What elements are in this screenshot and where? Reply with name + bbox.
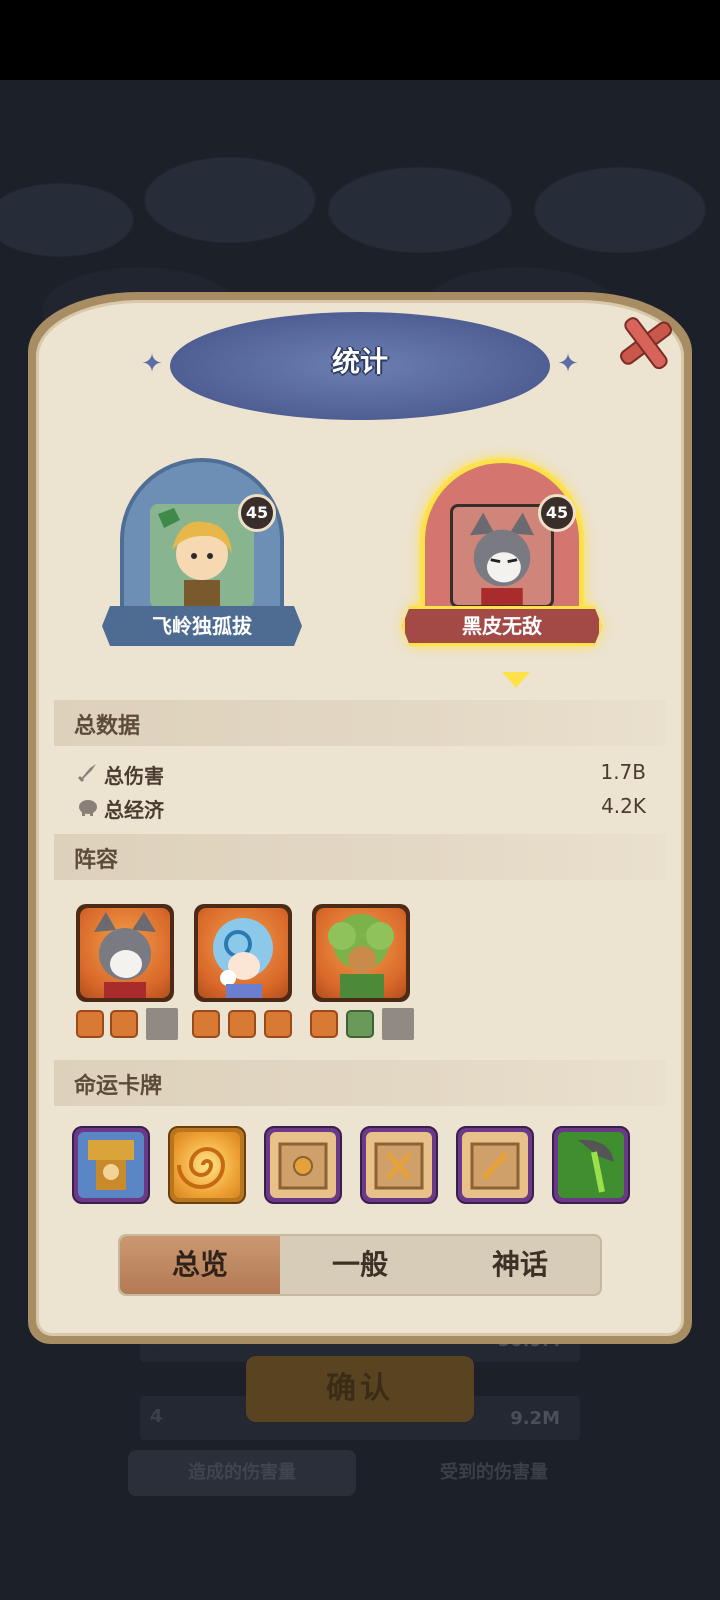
equipment-slot-icon[interactable] <box>346 1010 374 1038</box>
section-summary-title: 总数据 <box>74 714 141 739</box>
stat-value: 4.2K <box>601 794 646 818</box>
hero-card-1[interactable]: 45 飞岭独孤拔 <box>102 458 302 658</box>
section-fate-cards-title: 命运卡牌 <box>74 1074 163 1099</box>
fate-card-6[interactable] <box>552 1126 630 1204</box>
pharaoh-card-icon <box>78 1132 144 1198</box>
stat-total-damage: 总伤害 1.7B <box>76 756 646 790</box>
equipment-slot-icon[interactable] <box>264 1010 292 1038</box>
section-lineup: 阵容 <box>54 834 666 880</box>
equipment-slot-icon[interactable] <box>310 1010 338 1038</box>
tab-overview[interactable]: 总览 <box>120 1236 280 1294</box>
tab-myth[interactable]: 神话 <box>440 1236 600 1294</box>
fate-card-5[interactable] <box>456 1126 534 1204</box>
lineup-unit-1[interactable] <box>76 904 174 1002</box>
equipment-slot-icon[interactable] <box>192 1010 220 1038</box>
sword-icon <box>77 764 96 783</box>
stat-total-economy: 总经济 4.2K <box>76 790 646 824</box>
hero-card-2-selected[interactable]: 45 黑皮无敌 <box>402 458 602 658</box>
stat-label: 总伤害 <box>104 764 164 788</box>
lineup-unit-3[interactable] <box>312 904 410 1002</box>
tab-general[interactable]: 一般 <box>280 1236 440 1294</box>
fate-card-3[interactable] <box>264 1126 342 1204</box>
vortex-card-icon <box>174 1132 240 1198</box>
fate-card-1[interactable] <box>72 1126 150 1204</box>
close-icon <box>620 317 672 370</box>
stat-value: 1.7B <box>600 760 646 784</box>
bg-tab-damage-dealt: 造成的伤害量 <box>128 1450 356 1496</box>
lineup-unit-2[interactable] <box>194 904 292 1002</box>
close-button[interactable] <box>612 310 678 376</box>
equipment-slot-icon[interactable] <box>76 1010 104 1038</box>
hero-name: 黑皮无敌 <box>402 606 602 646</box>
poison-axe-card-icon <box>558 1132 624 1198</box>
empty-equipment-slot <box>382 1008 414 1040</box>
fate-card-2[interactable] <box>168 1126 246 1204</box>
empty-equipment-slot <box>146 1008 178 1040</box>
stat-label: 总经济 <box>104 798 164 822</box>
status-bar <box>0 0 720 80</box>
hero-level-badge: 45 <box>538 494 576 532</box>
sword-crate-card-icon <box>462 1132 528 1198</box>
equipment-slot-icon[interactable] <box>110 1010 138 1038</box>
equipment-slot-icon[interactable] <box>228 1010 256 1038</box>
hero-name: 飞岭独孤拔 <box>102 606 302 646</box>
green-tree-hero-icon <box>316 908 406 998</box>
selection-pointer-icon <box>502 672 530 688</box>
gear-crate-card-icon <box>270 1132 336 1198</box>
sword-crate-card-icon <box>366 1132 432 1198</box>
star-ornament-icon: ✦ <box>557 349 579 379</box>
bg-rank: 4 <box>150 1406 163 1427</box>
stats-tab-bar: 总览 一般 神话 <box>118 1234 602 1296</box>
hero-level-badge: 45 <box>238 494 276 532</box>
section-fate-cards: 命运卡牌 <box>54 1060 666 1106</box>
section-lineup-title: 阵容 <box>74 848 119 873</box>
confirm-button: 确认 <box>246 1356 474 1422</box>
piggy-bank-icon <box>79 800 97 816</box>
section-summary: 总数据 <box>54 700 666 746</box>
dialog-title: 统计 <box>331 345 388 378</box>
bg-tab-damage-taken: 受到的伤害量 <box>440 1462 548 1483</box>
fate-card-4[interactable] <box>360 1126 438 1204</box>
blue-hair-hero-icon <box>198 908 288 998</box>
star-ornament-icon: ✦ <box>141 349 163 379</box>
gray-cat-hero-icon <box>80 908 170 998</box>
bg-value: 9.2M <box>510 1408 560 1429</box>
